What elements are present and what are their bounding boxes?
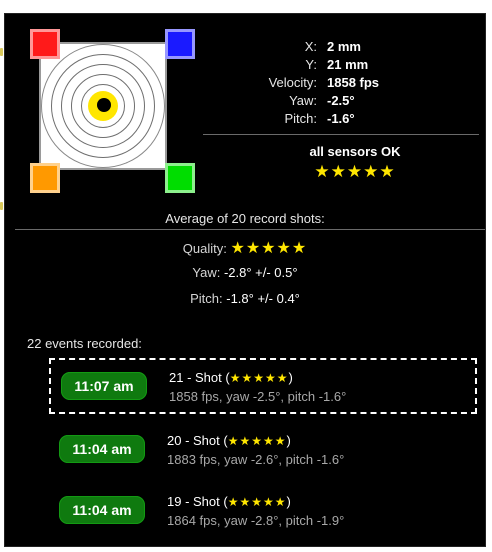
readout-y-label: Y: [305, 57, 317, 72]
event-stars-icon: ★★★★★ [229, 371, 289, 385]
readout-x-value: 2 mm [327, 39, 361, 54]
average-title: Average of 20 record shots: [165, 211, 325, 226]
average-quality-label: Quality: [182, 241, 227, 256]
readout-pitch-value: -1.6° [327, 111, 355, 126]
edge-marker-bottom [0, 202, 3, 210]
average-yaw-label: Yaw: [192, 265, 221, 280]
readout-pitch: Pitch: -1.6° [205, 110, 465, 128]
readout-yaw-label: Yaw: [289, 93, 317, 108]
average-pitch: Pitch: -1.8° +/- 0.4° [5, 291, 485, 306]
edge-marker-top [0, 48, 3, 56]
readout-pitch-label: Pitch: [284, 111, 317, 126]
shot-panel: X: 2 mm Y: 21 mm Velocity: 1858 fps Yaw:… [4, 13, 486, 547]
event-title: 21 - Shot (★★★★★) [169, 370, 293, 385]
sensor-top-left-indicator [30, 29, 60, 59]
readout-yaw: Yaw: -2.5° [205, 92, 465, 110]
readout-x: X: 2 mm [205, 38, 465, 56]
readout-velocity-label: Velocity: [268, 75, 317, 90]
event-title-suffix: ) [286, 494, 291, 509]
average-yaw: Yaw: -2.8° +/- 0.5° [5, 265, 485, 280]
event-title: 19 - Shot (★★★★★) [167, 494, 291, 509]
events-count: 22 events recorded: [27, 336, 142, 351]
event-detail: 1883 fps, yaw -2.6°, pitch -1.6° [167, 452, 345, 467]
average-pitch-value: -1.8° +/- 0.4° [226, 291, 300, 306]
readout-velocity: Velocity: 1858 fps [205, 74, 465, 92]
event-title-suffix: ) [288, 370, 293, 385]
event-detail: 1864 fps, yaw -2.8°, pitch -1.9° [167, 513, 345, 528]
event-item[interactable]: 11:04 am 19 - Shot (★★★★★) 1864 fps, yaw… [49, 484, 477, 540]
sensor-status-stars-icon: ★★★★★ [314, 162, 396, 181]
sensor-bottom-right-indicator [165, 163, 195, 193]
readout-y-value: 21 mm [327, 57, 369, 72]
shot-readout: X: 2 mm Y: 21 mm Velocity: 1858 fps Yaw:… [205, 38, 465, 128]
event-title-text: 19 - Shot ( [167, 494, 228, 509]
event-time-badge: 11:07 am [61, 372, 147, 400]
target-view[interactable] [25, 28, 195, 193]
event-item[interactable]: 11:04 am 20 - Shot (★★★★★) 1883 fps, yaw… [49, 423, 477, 479]
event-time-badge: 11:04 am [59, 435, 145, 463]
readout-y: Y: 21 mm [205, 56, 465, 74]
event-item[interactable]: 11:07 am 21 - Shot (★★★★★) 1858 fps, yaw… [49, 358, 477, 414]
event-title-text: 21 - Shot ( [169, 370, 230, 385]
target-icon [39, 42, 167, 170]
sensor-status: all sensors OK [309, 144, 401, 159]
average-quality-stars-icon: ★★★★★ [230, 240, 308, 257]
readout-yaw-value: -2.5° [327, 93, 355, 108]
event-title-text: 20 - Shot ( [167, 433, 228, 448]
readout-velocity-value: 1858 fps [327, 75, 380, 90]
event-stars-icon: ★★★★★ [227, 495, 287, 509]
average-yaw-value: -2.8° +/- 0.5° [223, 265, 298, 280]
divider [203, 134, 479, 135]
event-stars-icon: ★★★★★ [227, 434, 287, 448]
readout-x-label: X: [304, 39, 317, 54]
divider [15, 229, 485, 230]
average-pitch-label: Pitch: [190, 291, 223, 306]
event-title-suffix: ) [286, 433, 291, 448]
average-quality: Quality: ★★★★★ [5, 238, 485, 258]
sensor-bottom-left-indicator [30, 163, 60, 193]
sensor-top-right-indicator [165, 29, 195, 59]
event-title: 20 - Shot (★★★★★) [167, 433, 291, 448]
event-time-badge: 11:04 am [59, 496, 145, 524]
shot-hole-icon [97, 98, 111, 112]
event-detail: 1858 fps, yaw -2.5°, pitch -1.6° [169, 389, 347, 404]
